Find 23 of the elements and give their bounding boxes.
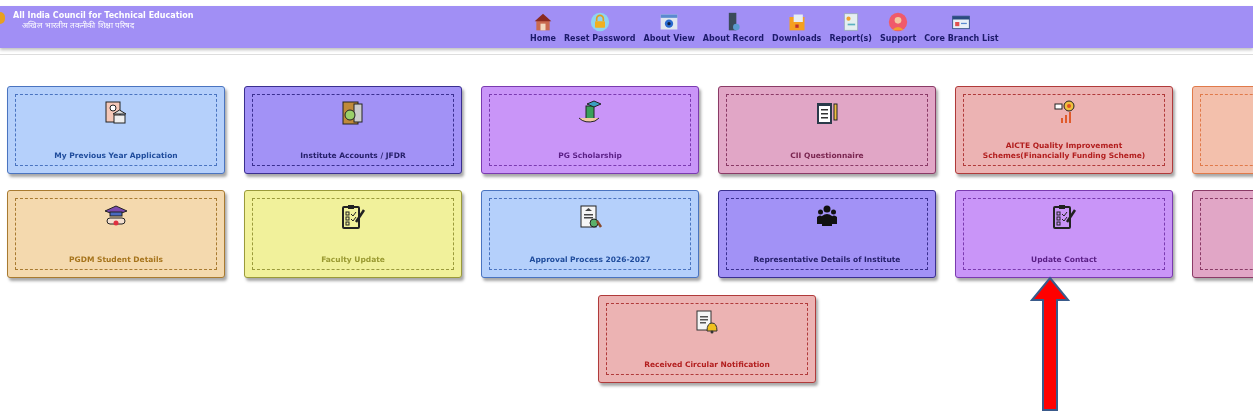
nav-link[interactable]: Report(s) <box>829 11 873 43</box>
up-arrow-icon <box>1030 276 1070 412</box>
house-icon <box>532 11 553 32</box>
nav-link[interactable]: Reset Password <box>563 11 636 43</box>
nav-link[interactable]: About View <box>643 11 695 43</box>
certificate-icon <box>577 204 603 230</box>
nav-link[interactable]: Core Branch List <box>924 11 999 43</box>
checklist-icon <box>340 204 366 230</box>
lock-icon <box>589 11 610 32</box>
clipboard-icon <box>814 100 840 126</box>
chart-target-icon <box>1051 100 1077 126</box>
graduation-hand-icon <box>577 100 603 126</box>
nav-link[interactable]: About Record <box>702 11 764 43</box>
nav-link[interactable]: Downloads <box>772 11 822 43</box>
money-folder-icon <box>340 100 366 126</box>
document-bell-icon <box>694 309 720 335</box>
organization-name-hindi: अखिल भारतीय तकनीकी शिक्षा परिषद <box>21 21 136 31</box>
nav-link[interactable]: Home <box>530 11 556 43</box>
organization-name: All India Council for Technical Education <box>13 11 194 20</box>
support-icon <box>888 11 909 32</box>
checklist-icon <box>1051 204 1077 230</box>
document-building-icon <box>103 100 129 126</box>
nav-link[interactable]: Support <box>880 11 917 43</box>
